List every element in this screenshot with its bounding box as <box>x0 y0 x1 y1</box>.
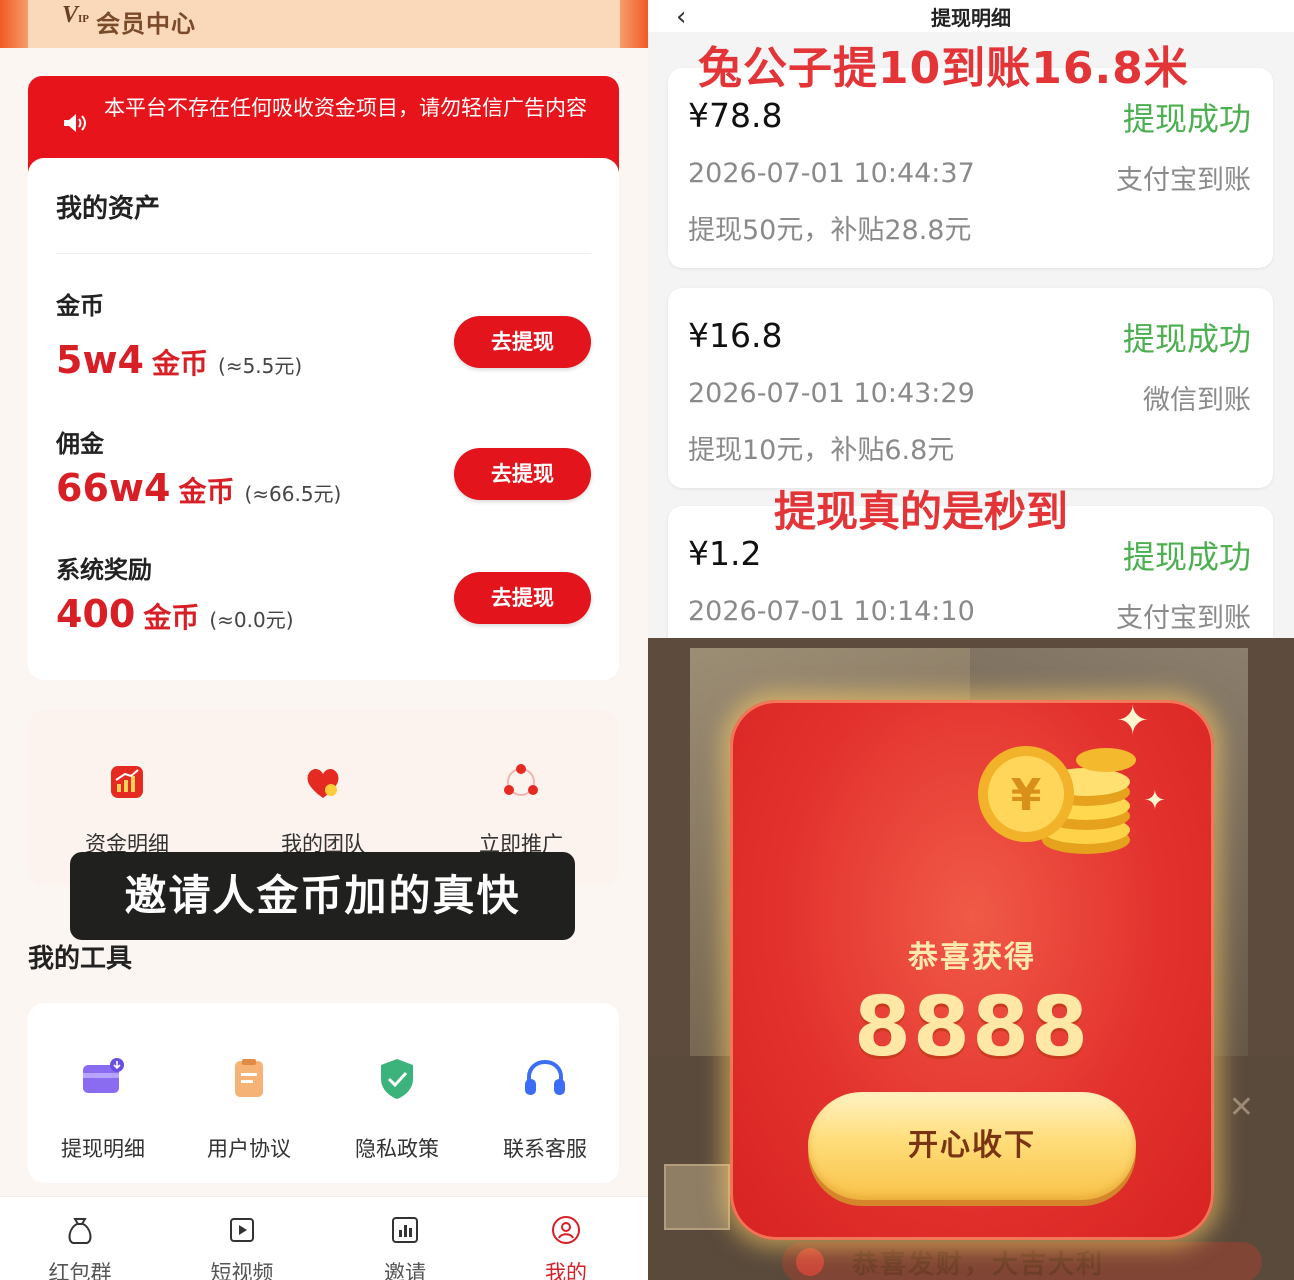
bottom-tabbar: 红包群 短视频 邀请 我的 <box>0 1196 648 1280</box>
tool-customer-service[interactable]: 联系客服 <box>480 1055 610 1163</box>
quick-promote[interactable]: 立即推广 <box>456 760 586 858</box>
quick-fund-detail[interactable]: 资金明细 <box>62 760 192 858</box>
record-amount: ¥78.8 <box>688 96 783 135</box>
withdraw-commission-button[interactable]: 去提现 <box>454 448 591 500</box>
record-time: 2026-07-01 10:44:37 <box>688 158 975 189</box>
record-amount: ¥1.2 <box>688 534 762 573</box>
tool-privacy-policy[interactable]: 隐私政策 <box>332 1055 462 1163</box>
fund-chart-icon <box>111 766 143 798</box>
overlay-mid-caption: 提现真的是秒到 <box>774 487 1069 536</box>
withdraw-reward-button[interactable]: 去提现 <box>454 572 591 624</box>
record-status: 提现成功 <box>1122 320 1251 358</box>
document-icon <box>235 1059 263 1097</box>
asset-value: 400 金币 (≈0.0元) <box>56 592 294 636</box>
accept-button[interactable]: 开心收下 <box>808 1092 1136 1200</box>
gold-coins-icon: ¥ <box>978 746 1136 854</box>
shield-check-icon <box>381 1059 413 1099</box>
wallet-card-icon <box>83 1058 124 1093</box>
speaker-icon <box>64 114 86 132</box>
asset-value: 5w4 金币 (≈5.5元) <box>56 338 303 382</box>
member-center-screen: VIP 会员中心 本平台不存在任何吸收资金项目，请勿轻信广告内容 我的资产 金币… <box>0 0 648 1280</box>
bless-banner: 恭喜发财，大吉大利 <box>782 1242 1262 1280</box>
reward-popup-screen: ✕ 恭喜发财，大吉大利 ¥ ✦ ✦ 恭喜获得 8888 开心收下 <box>648 638 1294 1280</box>
back-arrow-icon[interactable]: ‹ <box>676 2 686 32</box>
chart-box-icon <box>392 1217 418 1243</box>
tool-user-agreement[interactable]: 用户协议 <box>184 1055 314 1163</box>
screenshot-collage: VIP 会员中心 本平台不存在任何吸收资金项目，请勿轻信广告内容 我的资产 金币… <box>0 0 1294 1280</box>
svg-text:¥: ¥ <box>1011 770 1042 821</box>
page-title: 会员中心 <box>96 10 196 38</box>
tab-red-packet-group[interactable]: 红包群 <box>30 1213 130 1280</box>
quick-my-team[interactable]: 我的团队 <box>258 760 388 858</box>
my-assets-card: 我的资产 金币 5w4 金币 (≈5.5元) 去提现 佣金 66w4 金币 (≈66.5… <box>28 158 619 680</box>
record-time: 2026-07-01 10:43:29 <box>688 378 975 409</box>
video-play-icon <box>230 1218 254 1242</box>
reward-amount: 8888 <box>853 980 1091 1075</box>
record-amount: ¥16.8 <box>688 316 783 355</box>
overlay-banner-text: 兔公子提10到账16.8米 <box>698 43 1189 94</box>
money-bag-icon <box>68 1218 92 1244</box>
sparkle-icon: ✦ <box>1144 786 1166 816</box>
vip-header: VIP 会员中心 <box>0 0 648 48</box>
red-packet-icon <box>796 1248 824 1276</box>
notice-text: 本平台不存在任何吸收资金项目，请勿轻信广告内容 <box>104 96 587 120</box>
my-tools-card: 提现明细 用户协议 隐私政策 联系客服 <box>28 1003 619 1183</box>
withdraw-coins-button[interactable]: 去提现 <box>454 316 591 368</box>
tab-invite[interactable]: 邀请 <box>355 1213 455 1280</box>
sparkle-icon: ✦ <box>1116 698 1150 744</box>
divider <box>56 253 591 254</box>
record-channel: 微信到账 <box>1143 385 1251 416</box>
close-icon[interactable]: ✕ <box>1229 1090 1254 1125</box>
withdraw-detail-screen: 提现明细 ‹ ¥78.8 提现成功 2026-07-01 10:44:37 支付… <box>648 0 1294 640</box>
user-icon <box>552 1216 580 1244</box>
tab-mine[interactable]: 我的 <box>516 1213 616 1280</box>
team-heart-icon <box>307 768 339 798</box>
video-caption: 邀请人金币加的真快 <box>70 852 575 940</box>
withdraw-record[interactable]: ¥78.8 提现成功 2026-07-01 10:44:37 支付宝到账 提现5… <box>668 68 1273 268</box>
withdraw-record[interactable]: ¥16.8 提现成功 2026-07-01 10:43:29 微信到账 提现10… <box>668 288 1273 488</box>
vip-logo: VIP <box>62 2 90 28</box>
headset-icon <box>525 1059 565 1095</box>
tab-short-video[interactable]: 短视频 <box>192 1213 292 1280</box>
tool-withdraw-detail[interactable]: 提现明细 <box>38 1055 168 1163</box>
share-icon <box>504 764 538 796</box>
nav-header: 提现明细 ‹ <box>648 0 1294 32</box>
record-channel: 支付宝到账 <box>1116 165 1251 196</box>
record-status: 提现成功 <box>1122 100 1251 138</box>
page-title: 提现明细 <box>931 6 1011 30</box>
record-note: 提现50元，补贴28.8元 <box>688 215 972 246</box>
asset-value: 66w4 金币 (≈66.5元) <box>56 466 342 510</box>
avatar <box>664 1164 730 1230</box>
record-note: 提现10元，补贴6.8元 <box>688 435 955 466</box>
record-status: 提现成功 <box>1122 538 1251 576</box>
record-channel: 支付宝到账 <box>1116 603 1251 634</box>
tools-title: 我的工具 <box>28 944 133 974</box>
assets-title: 我的资产 <box>56 194 161 224</box>
congrats-text: 恭喜获得 <box>908 940 1036 975</box>
record-time: 2026-07-01 10:14:10 <box>688 596 975 627</box>
reward-card: ¥ ✦ ✦ 恭喜获得 8888 开心收下 <box>730 698 1214 1240</box>
